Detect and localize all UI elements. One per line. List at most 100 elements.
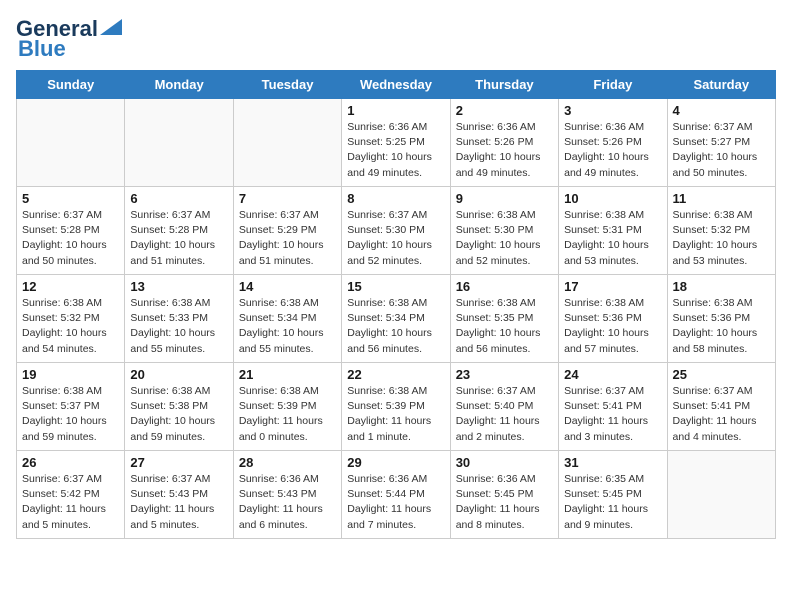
- day-number: 23: [456, 367, 553, 382]
- calendar-cell: 27 Sunrise: 6:37 AM Sunset: 5:43 PM Dayli…: [125, 451, 233, 539]
- day-info: Sunrise: 6:38 AM Sunset: 5:32 PM Dayligh…: [673, 208, 770, 269]
- page-header: General Blue: [16, 16, 776, 62]
- day-info: Sunrise: 6:38 AM Sunset: 5:39 PM Dayligh…: [347, 384, 444, 445]
- calendar-cell: [125, 99, 233, 187]
- calendar-cell: 5 Sunrise: 6:37 AM Sunset: 5:28 PM Daylig…: [17, 187, 125, 275]
- day-number: 8: [347, 191, 444, 206]
- day-number: 20: [130, 367, 227, 382]
- calendar-cell: 14 Sunrise: 6:38 AM Sunset: 5:34 PM Dayli…: [233, 275, 341, 363]
- calendar-cell: 11 Sunrise: 6:38 AM Sunset: 5:32 PM Dayli…: [667, 187, 775, 275]
- weekday-header-tuesday: Tuesday: [233, 71, 341, 99]
- day-number: 2: [456, 103, 553, 118]
- calendar-week-row-0: 1Sunrise: 6:36 AM Sunset: 5:25 PM Daylig…: [17, 99, 776, 187]
- weekday-header-sunday: Sunday: [17, 71, 125, 99]
- calendar-table: SundayMondayTuesdayWednesdayThursdayFrid…: [16, 70, 776, 539]
- logo-blue: Blue: [18, 36, 66, 62]
- day-number: 12: [22, 279, 119, 294]
- calendar-week-row-1: 5 Sunrise: 6:37 AM Sunset: 5:28 PM Daylig…: [17, 187, 776, 275]
- day-number: 31: [564, 455, 661, 470]
- day-number: 21: [239, 367, 336, 382]
- day-info: Sunrise: 6:36 AM Sunset: 5:43 PM Dayligh…: [239, 472, 336, 533]
- day-number: 13: [130, 279, 227, 294]
- calendar-cell: 22 Sunrise: 6:38 AM Sunset: 5:39 PM Dayli…: [342, 363, 450, 451]
- day-info: Sunrise: 6:36 AM Sunset: 5:45 PM Dayligh…: [456, 472, 553, 533]
- calendar-cell: 13 Sunrise: 6:38 AM Sunset: 5:33 PM Dayli…: [125, 275, 233, 363]
- day-number: 11: [673, 191, 770, 206]
- calendar-cell: 28 Sunrise: 6:36 AM Sunset: 5:43 PM Dayli…: [233, 451, 341, 539]
- day-info: Sunrise: 6:38 AM Sunset: 5:36 PM Dayligh…: [673, 296, 770, 357]
- calendar-cell: [233, 99, 341, 187]
- calendar-cell: 12 Sunrise: 6:38 AM Sunset: 5:32 PM Dayli…: [17, 275, 125, 363]
- day-number: 17: [564, 279, 661, 294]
- logo: General Blue: [16, 16, 122, 62]
- day-number: 18: [673, 279, 770, 294]
- day-info: Sunrise: 6:37 AM Sunset: 5:28 PM Dayligh…: [22, 208, 119, 269]
- weekday-header-friday: Friday: [559, 71, 667, 99]
- day-info: Sunrise: 6:37 AM Sunset: 5:27 PM Dayligh…: [673, 120, 770, 181]
- day-info: Sunrise: 6:37 AM Sunset: 5:41 PM Dayligh…: [673, 384, 770, 445]
- weekday-header-monday: Monday: [125, 71, 233, 99]
- calendar-cell: 19 Sunrise: 6:38 AM Sunset: 5:37 PM Dayli…: [17, 363, 125, 451]
- day-number: 4: [673, 103, 770, 118]
- calendar-cell: 17Sunrise: 6:38 AM Sunset: 5:36 PM Dayli…: [559, 275, 667, 363]
- day-number: 29: [347, 455, 444, 470]
- calendar-cell: 25 Sunrise: 6:37 AM Sunset: 5:41 PM Dayli…: [667, 363, 775, 451]
- calendar-cell: 16Sunrise: 6:38 AM Sunset: 5:35 PM Dayli…: [450, 275, 558, 363]
- day-number: 5: [22, 191, 119, 206]
- day-number: 24: [564, 367, 661, 382]
- weekday-header-saturday: Saturday: [667, 71, 775, 99]
- calendar-week-row-4: 26Sunrise: 6:37 AM Sunset: 5:42 PM Dayli…: [17, 451, 776, 539]
- day-number: 25: [673, 367, 770, 382]
- calendar-cell: 23Sunrise: 6:37 AM Sunset: 5:40 PM Dayli…: [450, 363, 558, 451]
- calendar-cell: 26Sunrise: 6:37 AM Sunset: 5:42 PM Dayli…: [17, 451, 125, 539]
- day-info: Sunrise: 6:37 AM Sunset: 5:43 PM Dayligh…: [130, 472, 227, 533]
- calendar-cell: 20 Sunrise: 6:38 AM Sunset: 5:38 PM Dayli…: [125, 363, 233, 451]
- day-info: Sunrise: 6:35 AM Sunset: 5:45 PM Dayligh…: [564, 472, 661, 533]
- day-number: 16: [456, 279, 553, 294]
- day-info: Sunrise: 6:36 AM Sunset: 5:26 PM Dayligh…: [564, 120, 661, 181]
- day-info: Sunrise: 6:38 AM Sunset: 5:38 PM Dayligh…: [130, 384, 227, 445]
- day-info: Sunrise: 6:38 AM Sunset: 5:30 PM Dayligh…: [456, 208, 553, 269]
- day-number: 10: [564, 191, 661, 206]
- calendar-cell: 18 Sunrise: 6:38 AM Sunset: 5:36 PM Dayli…: [667, 275, 775, 363]
- calendar-cell: 10 Sunrise: 6:38 AM Sunset: 5:31 PM Dayli…: [559, 187, 667, 275]
- day-info: Sunrise: 6:38 AM Sunset: 5:39 PM Dayligh…: [239, 384, 336, 445]
- day-info: Sunrise: 6:37 AM Sunset: 5:29 PM Dayligh…: [239, 208, 336, 269]
- day-info: Sunrise: 6:38 AM Sunset: 5:33 PM Dayligh…: [130, 296, 227, 357]
- weekday-header-wednesday: Wednesday: [342, 71, 450, 99]
- calendar-cell: 29 Sunrise: 6:36 AM Sunset: 5:44 PM Dayli…: [342, 451, 450, 539]
- calendar-cell: 3Sunrise: 6:36 AM Sunset: 5:26 PM Daylig…: [559, 99, 667, 187]
- day-number: 30: [456, 455, 553, 470]
- day-info: Sunrise: 6:38 AM Sunset: 5:34 PM Dayligh…: [239, 296, 336, 357]
- day-info: Sunrise: 6:38 AM Sunset: 5:32 PM Dayligh…: [22, 296, 119, 357]
- day-number: 19: [22, 367, 119, 382]
- day-number: 14: [239, 279, 336, 294]
- day-number: 22: [347, 367, 444, 382]
- calendar-cell: 30 Sunrise: 6:36 AM Sunset: 5:45 PM Dayli…: [450, 451, 558, 539]
- day-info: Sunrise: 6:36 AM Sunset: 5:25 PM Dayligh…: [347, 120, 444, 181]
- calendar-week-row-2: 12 Sunrise: 6:38 AM Sunset: 5:32 PM Dayli…: [17, 275, 776, 363]
- weekday-header-row: SundayMondayTuesdayWednesdayThursdayFrid…: [17, 71, 776, 99]
- day-info: Sunrise: 6:36 AM Sunset: 5:44 PM Dayligh…: [347, 472, 444, 533]
- calendar-cell: 31 Sunrise: 6:35 AM Sunset: 5:45 PM Dayli…: [559, 451, 667, 539]
- day-info: Sunrise: 6:37 AM Sunset: 5:41 PM Dayligh…: [564, 384, 661, 445]
- calendar-cell: 21 Sunrise: 6:38 AM Sunset: 5:39 PM Dayli…: [233, 363, 341, 451]
- calendar-week-row-3: 19 Sunrise: 6:38 AM Sunset: 5:37 PM Dayli…: [17, 363, 776, 451]
- calendar-cell: 8Sunrise: 6:37 AM Sunset: 5:30 PM Daylig…: [342, 187, 450, 275]
- calendar-cell: 9 Sunrise: 6:38 AM Sunset: 5:30 PM Daylig…: [450, 187, 558, 275]
- calendar-cell: 24 Sunrise: 6:37 AM Sunset: 5:41 PM Dayli…: [559, 363, 667, 451]
- day-number: 9: [456, 191, 553, 206]
- calendar-cell: [17, 99, 125, 187]
- day-info: Sunrise: 6:38 AM Sunset: 5:37 PM Dayligh…: [22, 384, 119, 445]
- day-number: 28: [239, 455, 336, 470]
- day-info: Sunrise: 6:38 AM Sunset: 5:31 PM Dayligh…: [564, 208, 661, 269]
- day-info: Sunrise: 6:37 AM Sunset: 5:42 PM Dayligh…: [22, 472, 119, 533]
- calendar-cell: 4 Sunrise: 6:37 AM Sunset: 5:27 PM Daylig…: [667, 99, 775, 187]
- day-number: 7: [239, 191, 336, 206]
- calendar-cell: 2Sunrise: 6:36 AM Sunset: 5:26 PM Daylig…: [450, 99, 558, 187]
- day-number: 15: [347, 279, 444, 294]
- calendar-cell: 6Sunrise: 6:37 AM Sunset: 5:28 PM Daylig…: [125, 187, 233, 275]
- logo-arrow-icon: [100, 19, 122, 35]
- day-number: 27: [130, 455, 227, 470]
- calendar-cell: 7 Sunrise: 6:37 AM Sunset: 5:29 PM Daylig…: [233, 187, 341, 275]
